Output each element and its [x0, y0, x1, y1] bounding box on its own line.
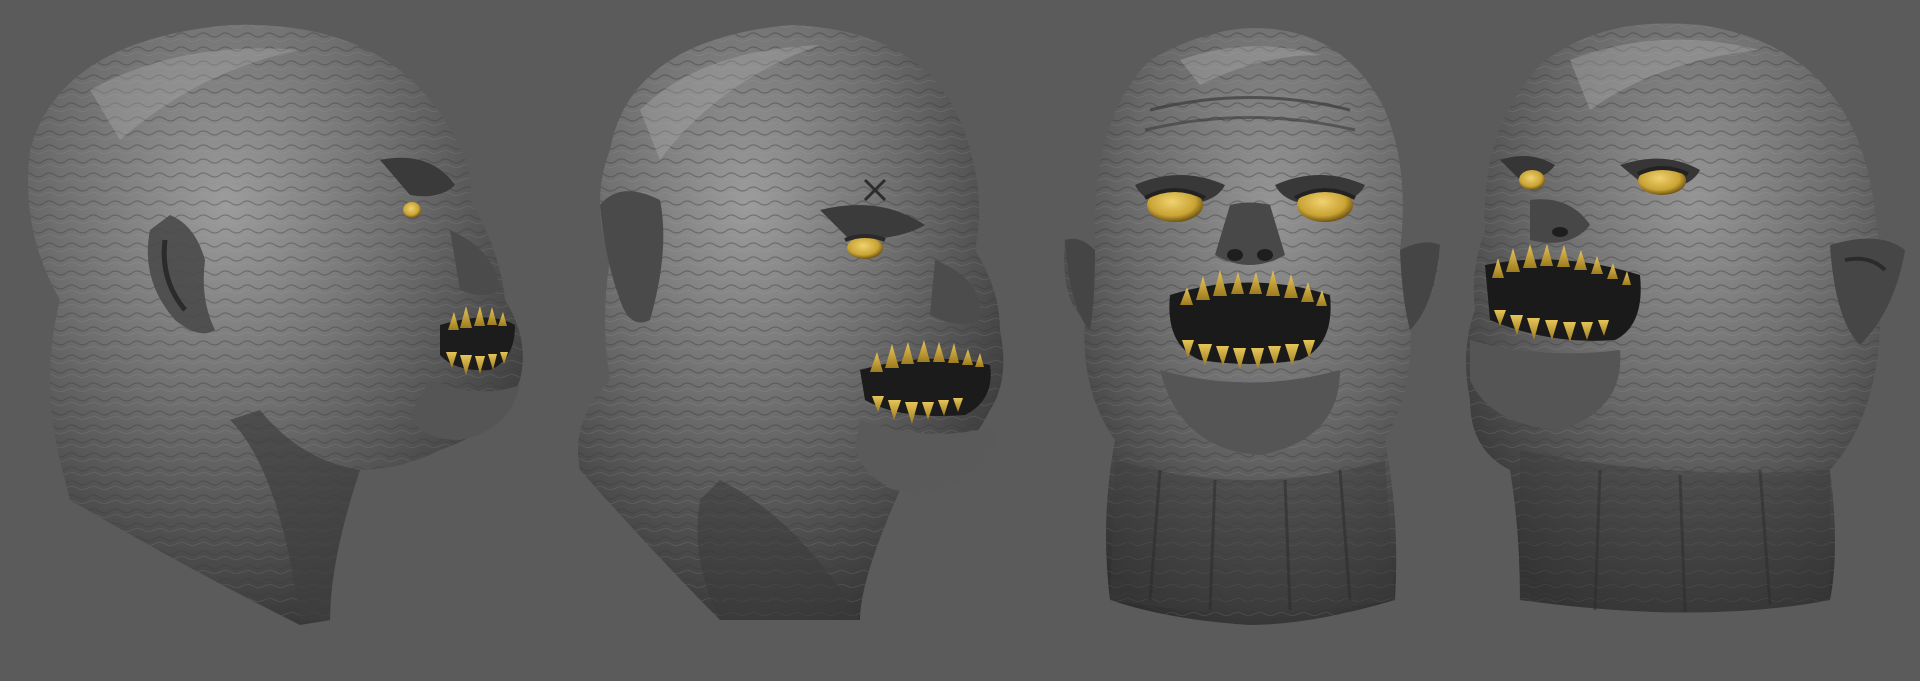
head-side-view-right-icon [28, 24, 523, 626]
head-three-quarter-view-left-icon [1466, 23, 1905, 613]
head-front-view-icon [1064, 28, 1440, 625]
head-three-quarter-view-right-icon [578, 25, 1004, 620]
sculpt-viewport [0, 0, 1920, 681]
sculpt-render [28, 23, 1905, 626]
